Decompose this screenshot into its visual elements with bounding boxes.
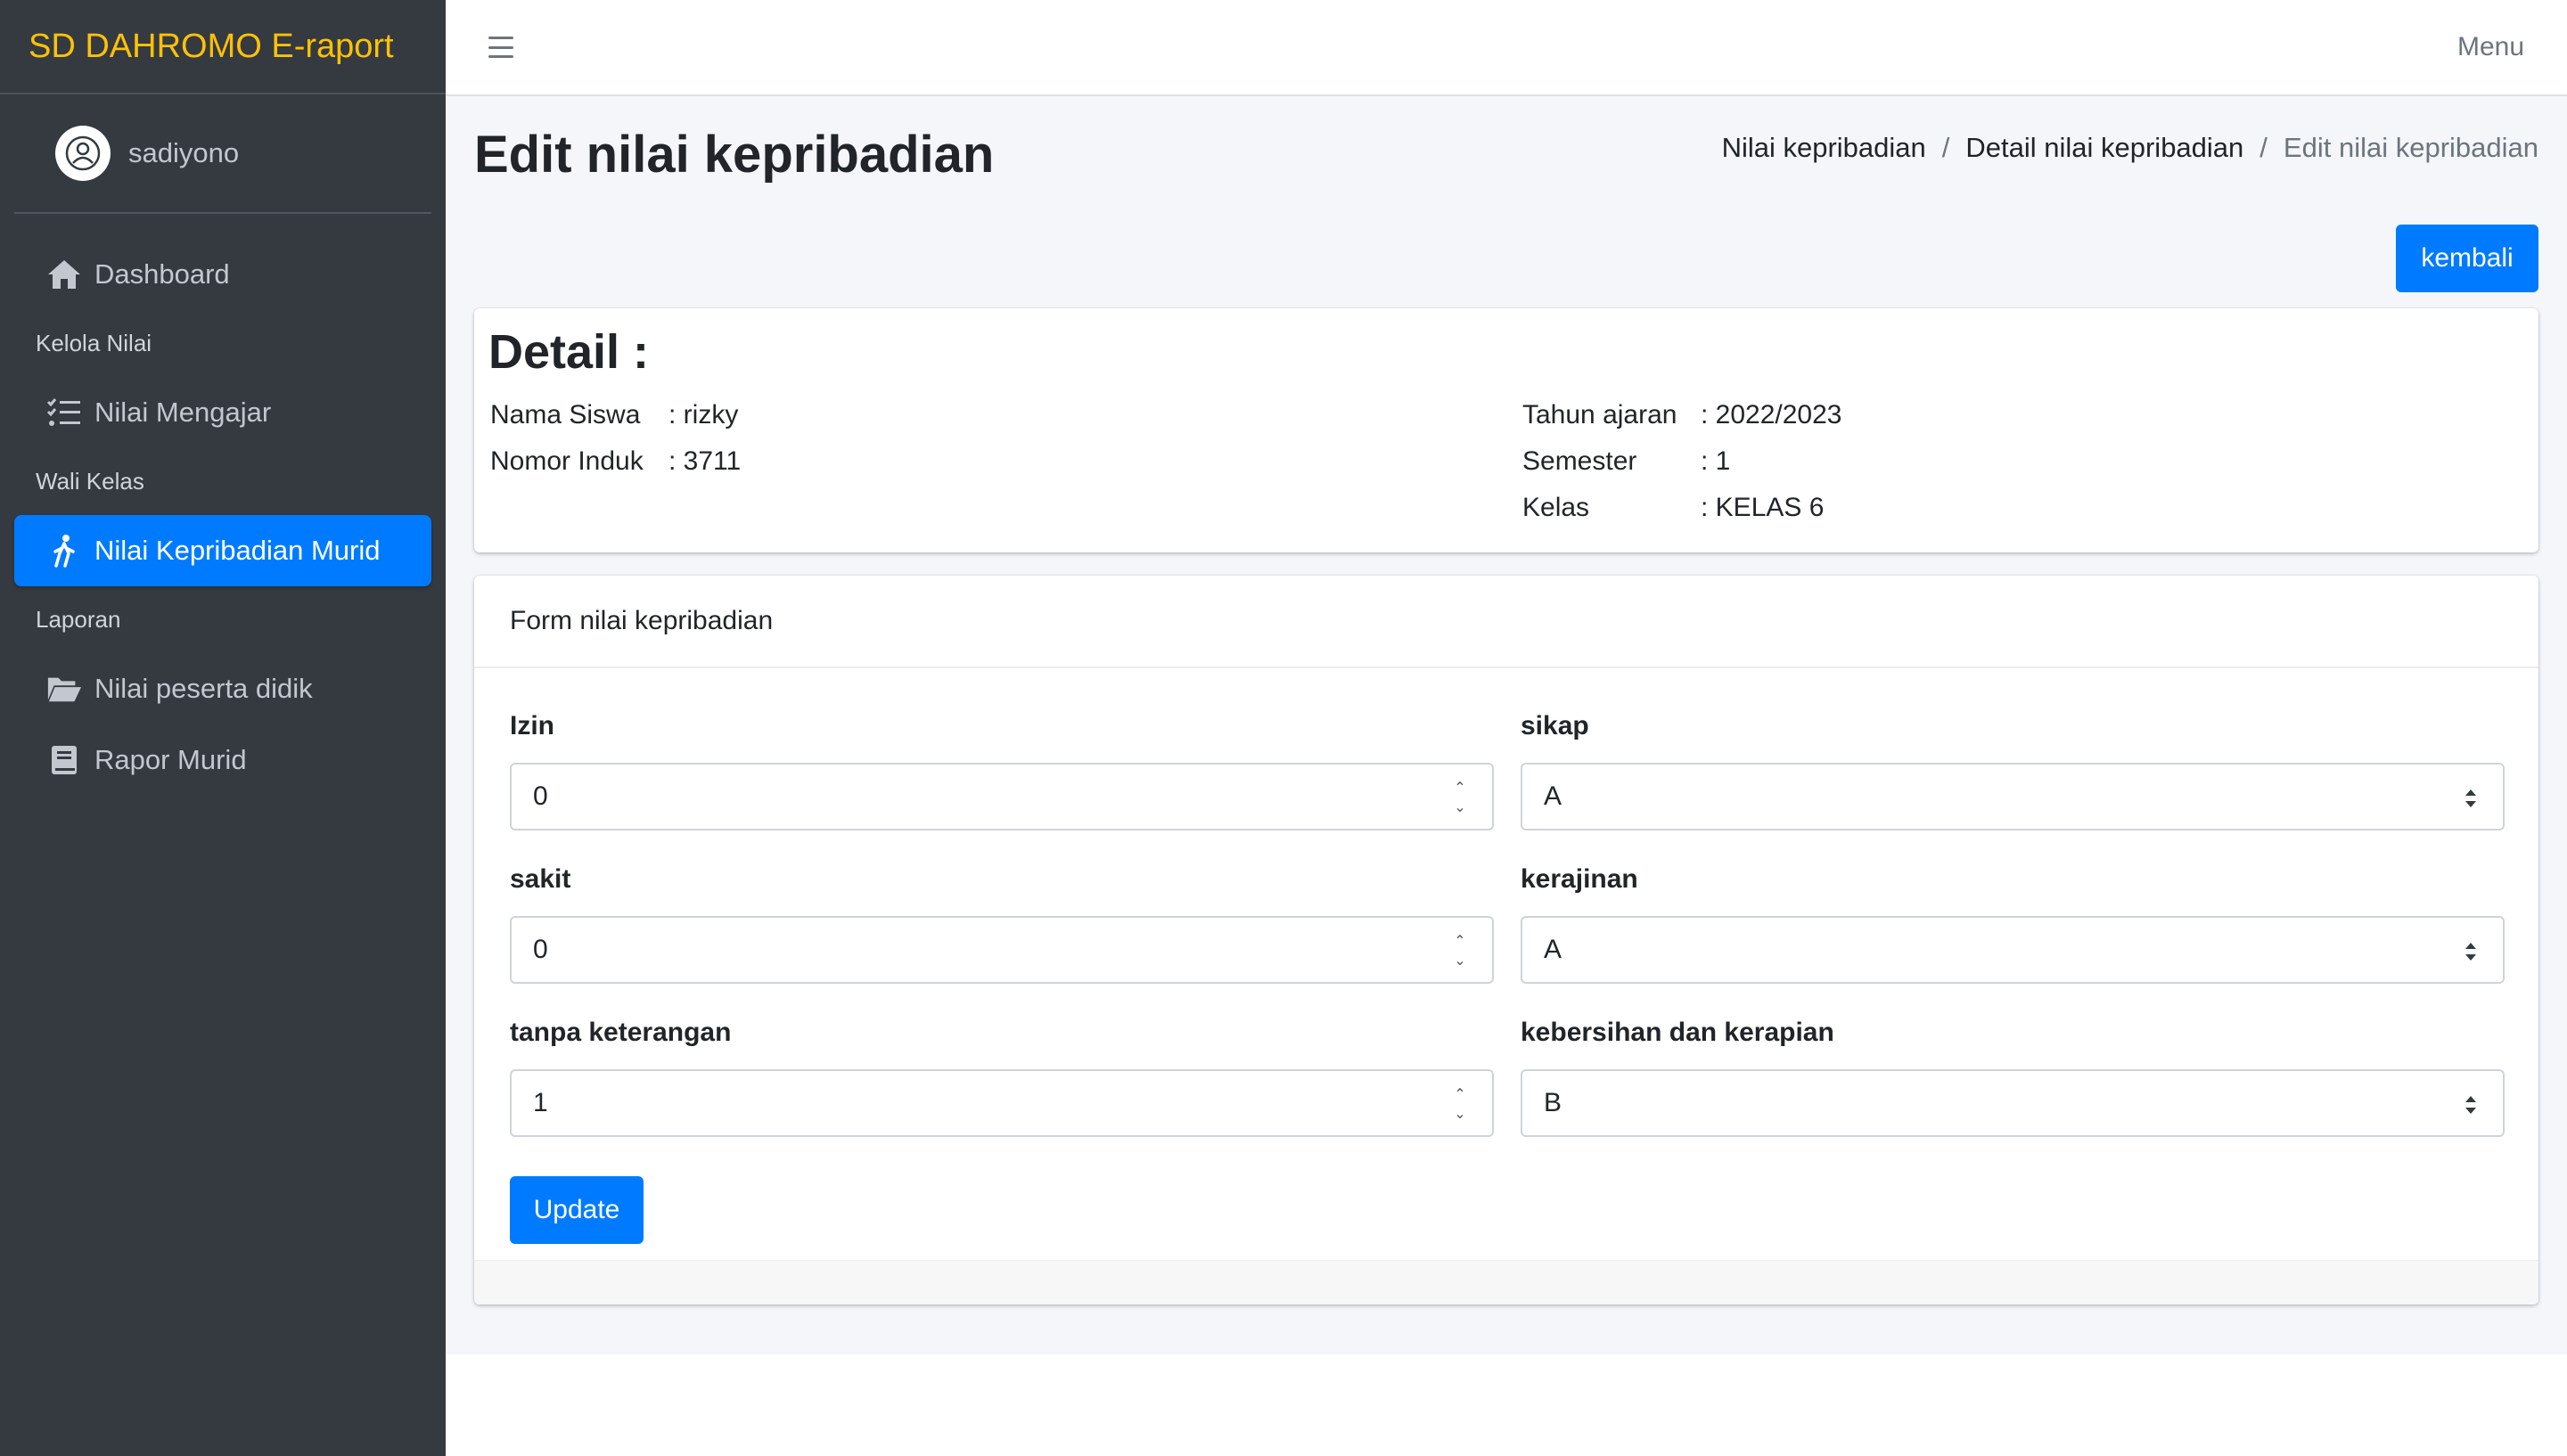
kerajinan-select[interactable]: A [1521, 916, 2505, 984]
detail-row-semester: Semester : 1 [1522, 438, 1841, 485]
detail-left-column: Nama Siswa : rizky Nomor Induk : 3711 [490, 392, 741, 485]
sidebar-header-wali-kelas: Wali Kelas [36, 468, 144, 495]
page-footer [446, 1354, 2567, 1456]
sidebar-item-label: Nilai peserta didik [94, 673, 313, 704]
detail-row-tahun-ajaran: Tahun ajaran : 2022/2023 [1522, 392, 1841, 438]
kerajinan-value: A [1544, 935, 1562, 964]
kerajinan-label: kerajinan [1521, 864, 1638, 894]
detail-value: : rizky [668, 400, 739, 429]
sidebar-item-nilai-mengajar[interactable]: Nilai Mengajar [14, 377, 431, 448]
breadcrumb-item-current: Edit nilai kepribadian [2283, 132, 2538, 163]
sidebar-header-laporan: Laporan [36, 606, 121, 633]
form-header: Form nilai kepribadian [474, 576, 2538, 668]
select-arrows-icon [2465, 943, 2476, 961]
user-name: sadiyono [128, 137, 240, 168]
hamburger-menu-icon[interactable] [485, 31, 517, 63]
detail-value: : 1 [1701, 446, 1731, 476]
menu-link[interactable]: Menu [2457, 32, 2524, 62]
sidebar-item-label: Nilai Mengajar [94, 397, 272, 428]
detail-row-kelas: Kelas : KELAS 6 [1522, 485, 1841, 531]
tanpa-keterangan-label: tanpa keterangan [510, 1018, 732, 1047]
sidebar-item-dashboard[interactable]: Dashboard [14, 239, 431, 310]
detail-row-nama-siswa: Nama Siswa : rizky [490, 392, 741, 438]
list-check-icon [46, 395, 82, 430]
brand-text: SD DAHROMO E-raport [29, 27, 394, 65]
form-card: Form nilai kepribadian Izin 0 ⌃ ⌄ sakit 0… [474, 576, 2538, 1305]
sidebar-item-label: Rapor Murid [94, 744, 247, 775]
detail-label: Nomor Induk [490, 446, 644, 476]
sikap-select[interactable]: A [1521, 763, 2505, 830]
main-content: Edit nilai kepribadian Nilai kepribadian… [446, 96, 2567, 1354]
select-arrows-icon [2465, 789, 2476, 807]
brand-link[interactable]: SD DAHROMO E-raport [0, 0, 446, 94]
sidebar-item-nilai-kepribadian-murid[interactable]: Nilai Kepribadian Murid [14, 515, 431, 586]
izin-input[interactable]: 0 ⌃ ⌄ [510, 763, 1494, 830]
kebersihan-value: B [1544, 1088, 1562, 1117]
number-spinner-icon[interactable]: ⌃ ⌄ [1451, 781, 1469, 815]
breadcrumb: Nilai kepribadian / Detail nilai kepriba… [1722, 132, 2538, 164]
sikap-value: A [1544, 781, 1562, 811]
book-icon [46, 742, 82, 778]
detail-value: : 2022/2023 [1701, 400, 1842, 429]
back-button[interactable]: kembali [2396, 225, 2538, 292]
sidebar-item-nilai-peserta-didik[interactable]: Nilai peserta didik [14, 653, 431, 724]
sikap-label: sikap [1521, 711, 1589, 740]
tanpa-keterangan-input[interactable]: 1 ⌃ ⌄ [510, 1069, 1494, 1137]
detail-label: Kelas [1522, 493, 1590, 522]
breadcrumb-item[interactable]: Detail nilai kepribadian [1965, 132, 2243, 164]
walking-person-icon [46, 533, 82, 568]
sidebar-item-label: Dashboard [94, 258, 230, 290]
page-title: Edit nilai kepribadian [474, 126, 995, 184]
kebersihan-label: kebersihan dan kerapian [1521, 1018, 1834, 1047]
detail-title: Detail : [488, 325, 650, 379]
number-spinner-icon[interactable]: ⌃ ⌄ [1451, 935, 1469, 969]
user-panel[interactable]: sadiyono [14, 94, 431, 214]
sidebar-nav: Dashboard Kelola Nilai Nilai Mengajar Wa… [0, 214, 446, 814]
detail-label: Tahun ajaran [1522, 400, 1677, 429]
sidebar-item-label: Nilai Kepribadian Murid [94, 535, 381, 566]
home-icon [46, 257, 82, 292]
update-button[interactable]: Update [510, 1176, 644, 1244]
sakit-label: sakit [510, 864, 571, 894]
tanpa-keterangan-value: 1 [533, 1088, 548, 1117]
top-navbar: Menu [446, 0, 2567, 96]
breadcrumb-separator: / [2259, 132, 2268, 163]
sakit-value: 0 [533, 935, 548, 964]
kebersihan-select[interactable]: B [1521, 1069, 2505, 1137]
select-arrows-icon [2465, 1096, 2476, 1114]
detail-right-column: Tahun ajaran : 2022/2023 Semester : 1 Ke… [1522, 392, 1841, 531]
form-footer [474, 1260, 2538, 1305]
detail-value: : 3711 [668, 446, 742, 476]
breadcrumb-item[interactable]: Nilai kepribadian [1722, 132, 1926, 164]
detail-row-nomor-induk: Nomor Induk : 3711 [490, 438, 741, 485]
detail-label: Nama Siswa [490, 400, 641, 429]
user-avatar-icon [55, 126, 111, 181]
detail-value: : KELAS 6 [1701, 493, 1825, 522]
izin-label: Izin [510, 711, 554, 740]
izin-value: 0 [533, 781, 548, 811]
number-spinner-icon[interactable]: ⌃ ⌄ [1451, 1088, 1469, 1122]
sidebar-header-kelola-nilai: Kelola Nilai [36, 330, 152, 356]
detail-label: Semester [1522, 446, 1637, 476]
sidebar: SD DAHROMO E-raport sadiyono Dashboard K… [0, 0, 446, 1456]
sakit-input[interactable]: 0 ⌃ ⌄ [510, 916, 1494, 984]
folder-open-icon [46, 671, 82, 707]
detail-card: Detail : Nama Siswa : rizky Nomor Induk … [474, 308, 2538, 552]
breadcrumb-separator: / [1941, 132, 1950, 163]
sidebar-item-rapor-murid[interactable]: Rapor Murid [14, 724, 431, 796]
